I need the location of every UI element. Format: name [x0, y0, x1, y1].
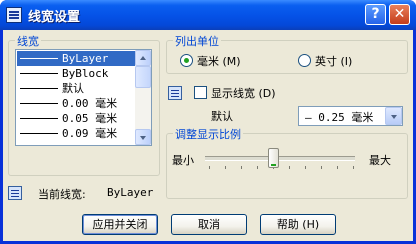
lineweights-group-title: 线宽 [15, 33, 41, 49]
list-item[interactable]: 0.09 毫米 [17, 126, 135, 141]
scale-slider-thumb[interactable] [268, 148, 279, 168]
list-item-label: 0.09 毫米 [62, 127, 118, 140]
slider-tick [337, 166, 338, 169]
title-bar[interactable]: 线宽设置 ? ✕ [0, 0, 416, 30]
list-item-label: ByLayer [62, 52, 109, 65]
line-sample [20, 58, 58, 59]
current-lineweight-icon [8, 186, 22, 200]
millimeters-label[interactable]: 毫米 (M) [197, 53, 241, 69]
scale-slider-track[interactable] [205, 156, 355, 161]
list-item[interactable]: 0.05 毫米 [17, 111, 135, 126]
slider-tick [289, 166, 290, 169]
list-item[interactable]: ByBlock [17, 66, 135, 81]
inches-radio[interactable] [298, 54, 311, 67]
lineweight-icon [168, 86, 182, 100]
inches-label[interactable]: 英寸 (I) [315, 53, 352, 69]
chevron-down-icon[interactable] [385, 107, 402, 125]
slider-tick [257, 166, 258, 169]
list-item-label: 0.05 毫米 [62, 112, 118, 125]
scale-max-label: 最大 [369, 154, 391, 167]
line-sample [20, 103, 58, 104]
dialog-body: 线宽 ByLayer ByBlock 默认 0.00 毫米 0.05 毫米 0.… [3, 30, 413, 241]
app-icon [6, 7, 22, 23]
scale-min-label: 最小 [172, 154, 194, 167]
slider-tick [209, 166, 210, 169]
slider-tick [321, 166, 322, 169]
cancel-button[interactable]: 取消 [171, 214, 247, 235]
slider-tick [241, 166, 242, 169]
scale-group-title: 调整显示比例 [173, 126, 243, 142]
list-item-label: 默认 [62, 82, 84, 95]
scroll-down-arrow-icon[interactable] [135, 129, 151, 145]
help-title-button[interactable]: ? [365, 4, 386, 25]
scroll-thumb[interactable] [135, 66, 151, 88]
units-group-title: 列出单位 [173, 33, 221, 49]
list-item[interactable]: ByLayer [17, 51, 135, 66]
default-lineweight-value: — 0.25 毫米 [305, 111, 374, 124]
list-item[interactable]: 默认 [17, 81, 135, 96]
slider-tick [225, 166, 226, 169]
default-lineweight-select[interactable]: — 0.25 毫米 [298, 106, 403, 126]
apply-close-button[interactable]: 应用并关闭 [82, 214, 158, 235]
help-button[interactable]: 帮助 (H) [260, 214, 336, 235]
default-label: 默认 [211, 110, 233, 123]
current-lineweight-value: ByLayer [107, 186, 154, 199]
units-group: 列出单位 毫米 (M) 英寸 (I) [166, 33, 408, 74]
list-item[interactable]: 0.00 毫米 [17, 96, 135, 111]
slider-tick [353, 166, 354, 169]
line-sample [20, 88, 58, 89]
current-lineweight-label: 当前线宽: [38, 188, 86, 201]
close-button[interactable]: ✕ [389, 4, 410, 25]
list-scrollbar[interactable] [135, 50, 151, 145]
lineweight-list[interactable]: ByLayer ByBlock 默认 0.00 毫米 0.05 毫米 0.09 … [15, 49, 152, 146]
lineweights-group: 线宽 ByLayer ByBlock 默认 0.00 毫米 0.05 毫米 0.… [8, 33, 160, 176]
scroll-up-arrow-icon[interactable] [135, 50, 151, 66]
lineweight-dialog: 线宽设置 ? ✕ 线宽 ByLayer ByBlock 默认 0.00 毫米 0… [0, 0, 416, 244]
show-lineweight-label[interactable]: 显示线宽 (D) [211, 85, 276, 101]
line-sample [20, 133, 58, 134]
list-item-label: 0.00 毫米 [62, 97, 118, 110]
millimeters-radio[interactable] [180, 54, 193, 67]
line-sample [20, 73, 58, 74]
line-sample [20, 118, 58, 119]
list-item-label: ByBlock [62, 67, 109, 80]
show-lineweight-checkbox[interactable] [194, 86, 207, 99]
dialog-title: 线宽设置 [28, 10, 81, 25]
slider-tick [305, 166, 306, 169]
